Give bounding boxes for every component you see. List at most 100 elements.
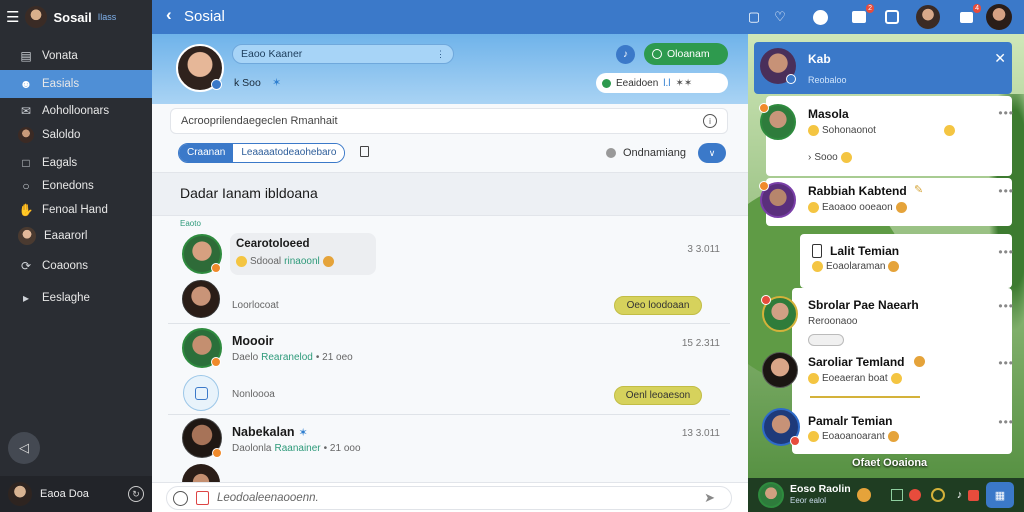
notification-icon[interactable] [810,7,830,27]
preview-meta: • 21 oeo [315,352,353,363]
menu-grid-button[interactable]: ▦ [986,482,1014,508]
search-input[interactable]: Acrooprilendaegeclen Rmanhait i [170,108,728,134]
dice-icon[interactable] [968,489,980,501]
feed-item[interactable]: Nonloooa Oenl leoaeson [170,374,730,414]
contact-avatar[interactable] [182,280,220,318]
refresh-icon: ⟳ [20,259,32,273]
sidebar-item-label: Easials [42,78,80,90]
topbar-avatar[interactable] [916,5,940,29]
contact-status-text: Eoeaeran boat [822,373,888,384]
contact-avatar[interactable] [762,408,800,446]
more-icon[interactable]: ••• [998,415,1014,429]
preview-text: Daelo [232,352,259,363]
more-icon[interactable]: ••• [998,184,1014,198]
profile-photo[interactable] [176,44,224,92]
chat-panel-footer: Eoso Raolin Eeor ealol ♪ ▦ [748,478,1024,512]
sidebar-item-eaaarorl[interactable]: Eaaarorl [0,222,152,250]
avatar-icon [18,127,34,143]
gift-icon[interactable]: 4 [956,4,981,27]
segment-right[interactable]: Leaaaatodeaohebaro [233,144,345,162]
bar-chart-icon[interactable] [890,489,903,501]
contact-avatar[interactable] [182,464,220,484]
sidebar-item-label: Eeslaghe [42,292,90,304]
status-chip-value: l.l [663,77,671,89]
info-icon[interactable]: i [703,114,717,128]
user-avatar[interactable] [8,482,32,506]
profile-avatar[interactable] [986,4,1012,30]
action-button[interactable]: Oeo loodoaan [614,296,702,315]
heart-icon[interactable]: ♡ [770,7,790,27]
app-avatar [25,6,48,28]
contact-avatar[interactable] [182,418,222,458]
contact-status: Eoeaeran boat [808,373,902,384]
group-avatar[interactable] [760,48,796,84]
user-name: Eaoa Doa [40,488,89,500]
info-icon[interactable]: ♪ [616,45,635,64]
contact-avatar[interactable] [182,234,222,274]
feed-item[interactable]: Nabekalan ✶ Daolonla Raanainer • 21 ooo … [170,416,730,462]
user-status: Eeor ealol [790,496,827,505]
name-field[interactable]: Eaoo Kaaner ⋮ [232,44,454,64]
preview-highlight: Raanainer [274,443,321,454]
timestamp: 3 3.011 [687,244,720,255]
message-icon[interactable]: ▢ [744,7,764,27]
contact-avatar[interactable] [762,352,798,388]
sidebar-item-eeslaghe[interactable]: ▸ Eeslaghe [0,284,152,312]
emoji-icon[interactable] [908,489,921,501]
sidebar-item-easials[interactable]: ☻ Easials [0,70,152,98]
emoji-icon [944,125,955,136]
emoji-icon[interactable] [173,490,188,506]
feed-item[interactable]: Loorlocoat Oeo loodoaan [170,280,730,322]
send-icon[interactable]: ➤ [704,490,715,506]
contact-status: Reroonaoo [808,316,857,327]
more-icon[interactable]: ••• [998,299,1014,313]
segment-left[interactable]: Craanan [179,144,234,162]
contact-status-text: Sohonaonot [822,125,876,136]
contact-status-text: Eoaolaraman [826,261,886,272]
inbox-icon[interactable]: 2 [849,4,874,27]
status-chip[interactable]: Eeaidoen l.l ✶✶ [596,73,728,93]
toggle-switch[interactable] [808,334,844,346]
connect-button[interactable]: Oloanam [644,43,728,65]
post-icon[interactable] [183,375,219,411]
contact-avatar[interactable] [182,328,222,368]
emoji-icon[interactable] [856,488,871,502]
sidebar-item-coaoons[interactable]: ⟳ Coaoons [0,252,152,280]
user-avatar[interactable] [758,482,784,508]
photo-icon[interactable] [882,7,902,27]
contact-avatar[interactable] [761,295,798,332]
menu-icon[interactable]: ☰ [6,8,19,26]
more-icon[interactable]: ••• [998,106,1014,120]
close-icon[interactable]: ✕ [994,50,1006,67]
message-input[interactable]: Leodoaleenaooenn. ➤ [166,486,732,510]
more-icon[interactable]: ••• [998,356,1014,370]
sidebar-item-fenoal-hand[interactable]: ✋ Fenoal Hand [0,196,152,224]
copy-icon[interactable] [360,146,369,157]
sticker-icon[interactable] [196,491,209,505]
settings-icon[interactable]: ↻ [128,486,144,502]
slider-track[interactable] [810,396,920,398]
more-icon[interactable]: ••• [998,245,1014,259]
contact-card[interactable] [766,96,1012,176]
contact-status-text: Reroonaoo [808,316,858,327]
sidebar-footer: Eaoa Doa ↻ [0,476,152,512]
online-badge [211,79,222,90]
sidebar-item-label: Saloldo [42,129,81,141]
chat-icon [194,386,208,400]
feed-item[interactable]: Moooir Daelo Rearanelod • 21 oeo 15 2.31… [170,326,730,372]
back-icon[interactable]: ‹ [166,5,172,25]
feed-item[interactable]: Cearotoloeed Sdooal rinaoonl 3 3.011 [170,228,730,278]
profile-header: Eaoo Kaaner ⋮ k Soo ✶ ♪ Oloanam Eeaidoen… [152,34,748,104]
announce-button[interactable]: ◁ [8,432,40,464]
action-button[interactable]: Oenl leoaeson [614,386,702,405]
audio-icon[interactable]: ♪ [957,489,963,501]
contact-avatar[interactable] [759,181,796,218]
gif-icon[interactable] [930,488,945,502]
filter-dropdown-button[interactable]: ∨ [698,143,726,163]
connect-button-label: Oloanam [667,48,710,60]
emoji-icon [890,373,902,384]
contact-avatar[interactable] [759,103,796,140]
sidebar-item-vonata[interactable]: ▤ Vonata [0,42,152,70]
contact-name-row: Nabekalan ✶ [232,425,308,439]
sidebar-item-saloldo[interactable]: Saloldo [0,121,152,149]
